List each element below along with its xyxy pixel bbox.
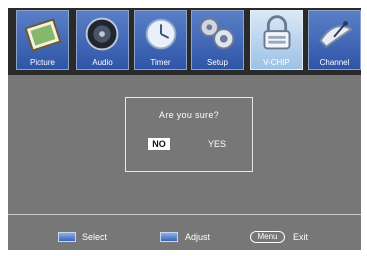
menu-key-icon: Menu bbox=[250, 231, 285, 243]
menu-item-timer[interactable]: Timer bbox=[134, 10, 187, 70]
gears-icon bbox=[199, 17, 235, 50]
adjust-hint: Adjust bbox=[185, 232, 211, 242]
menu-item-label: Picture bbox=[30, 58, 55, 67]
select-hint: Select bbox=[82, 232, 108, 242]
menu-item-picture[interactable]: Picture bbox=[16, 10, 69, 70]
padlock-icon bbox=[263, 15, 291, 50]
no-button[interactable]: NO bbox=[148, 138, 170, 150]
menu-item-label: Setup bbox=[207, 58, 228, 67]
menu-item-label: Timer bbox=[150, 58, 171, 67]
menu-item-label: Channel bbox=[319, 58, 350, 67]
speaker-icon bbox=[85, 17, 119, 51]
satellite-dish-icon bbox=[319, 21, 354, 48]
menu-item-vchip[interactable]: V-CHIP bbox=[250, 10, 303, 70]
yes-button[interactable]: YES bbox=[208, 138, 226, 150]
menu-item-setup[interactable]: Setup bbox=[191, 10, 244, 70]
confirm-question: Are you sure? bbox=[159, 110, 219, 120]
picture-icon bbox=[24, 18, 62, 52]
confirm-dialog: Are you sure? NO YES bbox=[125, 97, 253, 172]
menu-item-audio[interactable]: Audio bbox=[76, 10, 129, 70]
exit-hint: Exit bbox=[293, 232, 309, 242]
menu-item-label: Audio bbox=[92, 58, 113, 67]
clock-icon bbox=[145, 18, 177, 50]
leftright-key-icon bbox=[160, 232, 178, 242]
updown-key-icon bbox=[58, 232, 76, 242]
menu-item-channel[interactable]: Channel bbox=[308, 10, 361, 70]
menu-item-label: V-CHIP bbox=[263, 58, 290, 67]
